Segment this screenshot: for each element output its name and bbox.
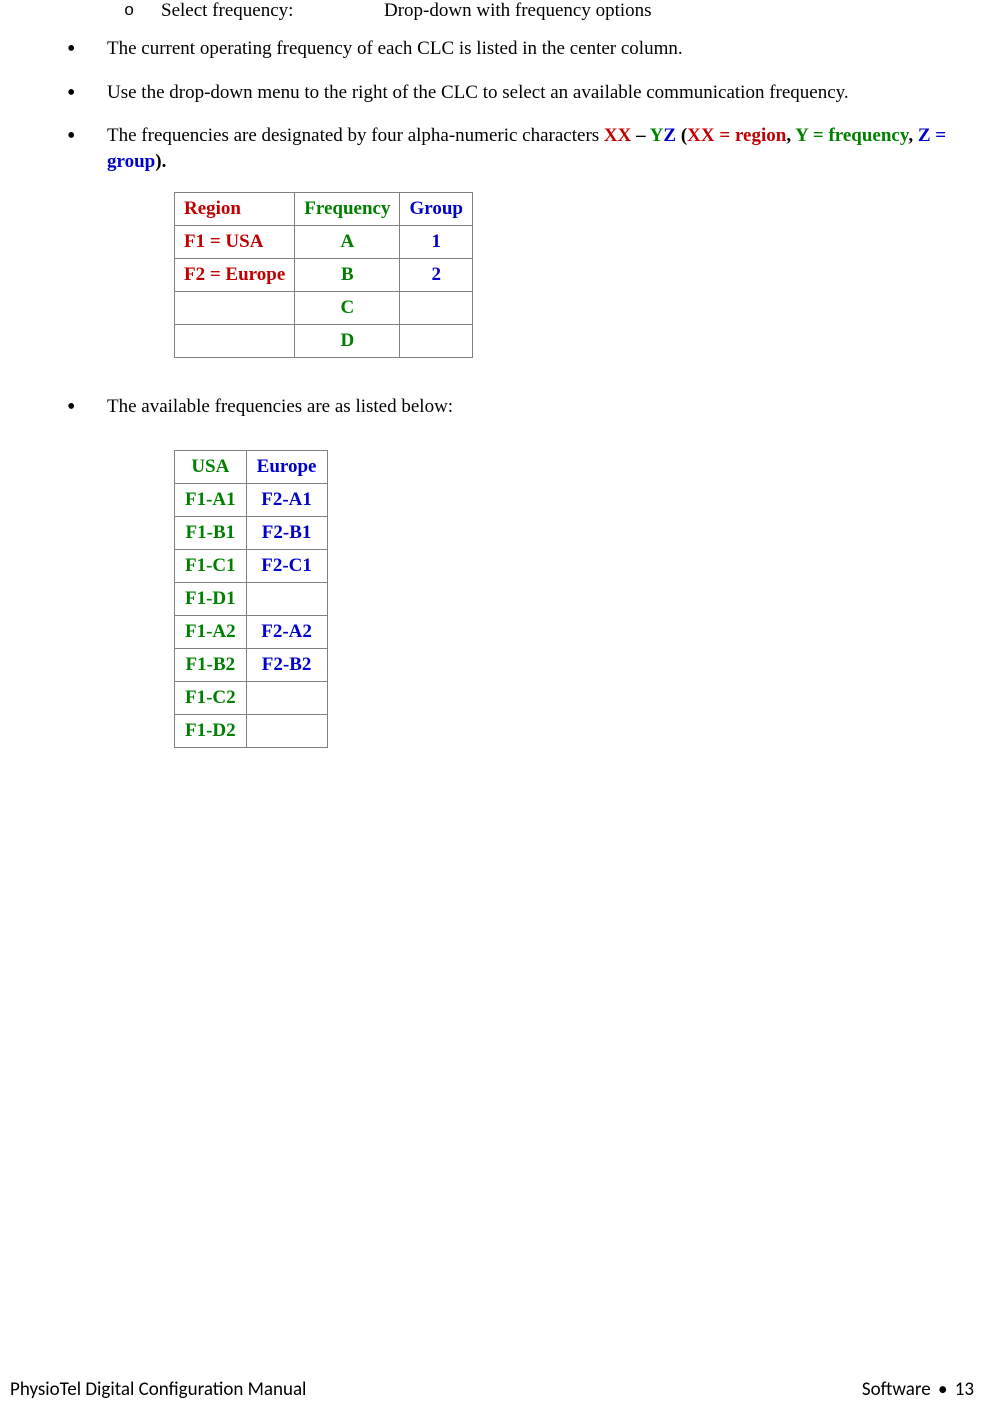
table2-wrap: USA Europe F1-A1 F2-A1 F1-B1 F2-B1 F1-C1… xyxy=(67,438,988,748)
available-frequencies-table: USA Europe F1-A1 F2-A1 F1-B1 F2-B1 F1-C1… xyxy=(174,450,328,748)
table-row: F1-C2 xyxy=(175,682,328,715)
cell-europe xyxy=(246,682,327,715)
page: o Select frequency: Drop-down with frequ… xyxy=(0,0,998,1406)
bullet-item: The frequencies are designated by four a… xyxy=(67,123,998,174)
cell-group xyxy=(400,292,473,325)
cell-europe: F2-C1 xyxy=(246,550,327,583)
subline-label: Select frequency: xyxy=(161,0,293,22)
table1-wrap: Region Frequency Group F1 = USA A 1 F2 =… xyxy=(67,180,988,364)
cell-usa: F1-C1 xyxy=(175,550,247,583)
cell-europe: F2-B1 xyxy=(246,517,327,550)
cell-region xyxy=(175,325,295,358)
cell-region: F1 = USA xyxy=(175,226,295,259)
paren-open: ( xyxy=(676,125,687,146)
cell-europe xyxy=(246,715,327,748)
table-row: F1 = USA A 1 xyxy=(175,226,473,259)
th-usa: USA xyxy=(175,451,247,484)
subline-marker: o xyxy=(124,2,134,21)
cell-usa: F1-D2 xyxy=(175,715,247,748)
cell-usa: F1-A2 xyxy=(175,616,247,649)
comma: , xyxy=(786,125,795,146)
table-header-row: Region Frequency Group xyxy=(175,193,473,226)
legend-region: XX = region xyxy=(687,125,786,146)
table-row: F1-A2 F2-A2 xyxy=(175,616,328,649)
cell-frequency: D xyxy=(295,325,400,358)
th-group: Group xyxy=(400,193,473,226)
period: . xyxy=(162,151,167,172)
footer-title: PhysioTel Digital Configuration Manual xyxy=(10,1378,306,1401)
cell-region: F2 = Europe xyxy=(175,259,295,292)
cell-usa: F1-D1 xyxy=(175,583,247,616)
footer-page-number: 13 xyxy=(955,1378,974,1401)
bullet-item: The current operating frequency of each … xyxy=(67,36,998,62)
table-row: D xyxy=(175,325,473,358)
table-header-row: USA Europe xyxy=(175,451,328,484)
table-row: F1-C1 F2-C1 xyxy=(175,550,328,583)
th-europe: Europe xyxy=(246,451,327,484)
bullet-list-2: The available frequencies are as listed … xyxy=(67,394,988,420)
table-row: F1-D2 xyxy=(175,715,328,748)
cell-region xyxy=(175,292,295,325)
region-frequency-group-table: Region Frequency Group F1 = USA A 1 F2 =… xyxy=(174,192,473,358)
bullet-text: Use the drop-down menu to the right of t… xyxy=(107,82,849,103)
subline-desc: Drop-down with frequency options xyxy=(384,0,652,22)
cell-europe xyxy=(246,583,327,616)
code-xx: XX xyxy=(604,125,631,146)
cell-europe: F2-B2 xyxy=(246,649,327,682)
footer-dot-icon: • xyxy=(935,1378,950,1401)
bullet-list-2-wrap: The available frequencies are as listed … xyxy=(67,394,988,438)
cell-usa: F1-A1 xyxy=(175,484,247,517)
cell-usa: F1-B2 xyxy=(175,649,247,682)
code-y: Y xyxy=(650,125,664,146)
cell-group xyxy=(400,325,473,358)
legend-frequency: Y = frequency xyxy=(795,125,908,146)
table-row: F1-A1 F2-A1 xyxy=(175,484,328,517)
code-dash: – xyxy=(631,125,649,146)
table-row: F1-D1 xyxy=(175,583,328,616)
cell-europe: F2-A2 xyxy=(246,616,327,649)
comma: , xyxy=(908,125,918,146)
th-region: Region xyxy=(175,193,295,226)
cell-frequency: C xyxy=(295,292,400,325)
bullet-text: The current operating frequency of each … xyxy=(107,38,683,59)
footer-section: Software xyxy=(862,1378,931,1401)
bullet-item: The available frequencies are as listed … xyxy=(67,394,988,420)
bullet-item: Use the drop-down menu to the right of t… xyxy=(67,80,998,106)
table-row: F1-B1 F2-B1 xyxy=(175,517,328,550)
cell-usa: F1-C2 xyxy=(175,682,247,715)
bullet-text: The available frequencies are as listed … xyxy=(107,396,453,417)
cell-frequency: A xyxy=(295,226,400,259)
bullet-list-1: The current operating frequency of each … xyxy=(67,36,998,193)
code-z: Z xyxy=(663,125,676,146)
cell-group: 2 xyxy=(400,259,473,292)
footer-page: Software • 13 xyxy=(862,1378,974,1401)
th-frequency: Frequency xyxy=(295,193,400,226)
cell-frequency: B xyxy=(295,259,400,292)
table-row: F2 = Europe B 2 xyxy=(175,259,473,292)
table-row: F1-B2 F2-B2 xyxy=(175,649,328,682)
cell-usa: F1-B1 xyxy=(175,517,247,550)
table-row: C xyxy=(175,292,473,325)
cell-europe: F2-A1 xyxy=(246,484,327,517)
cell-group: 1 xyxy=(400,226,473,259)
bullet-text: The frequencies are designated by four a… xyxy=(107,125,604,146)
